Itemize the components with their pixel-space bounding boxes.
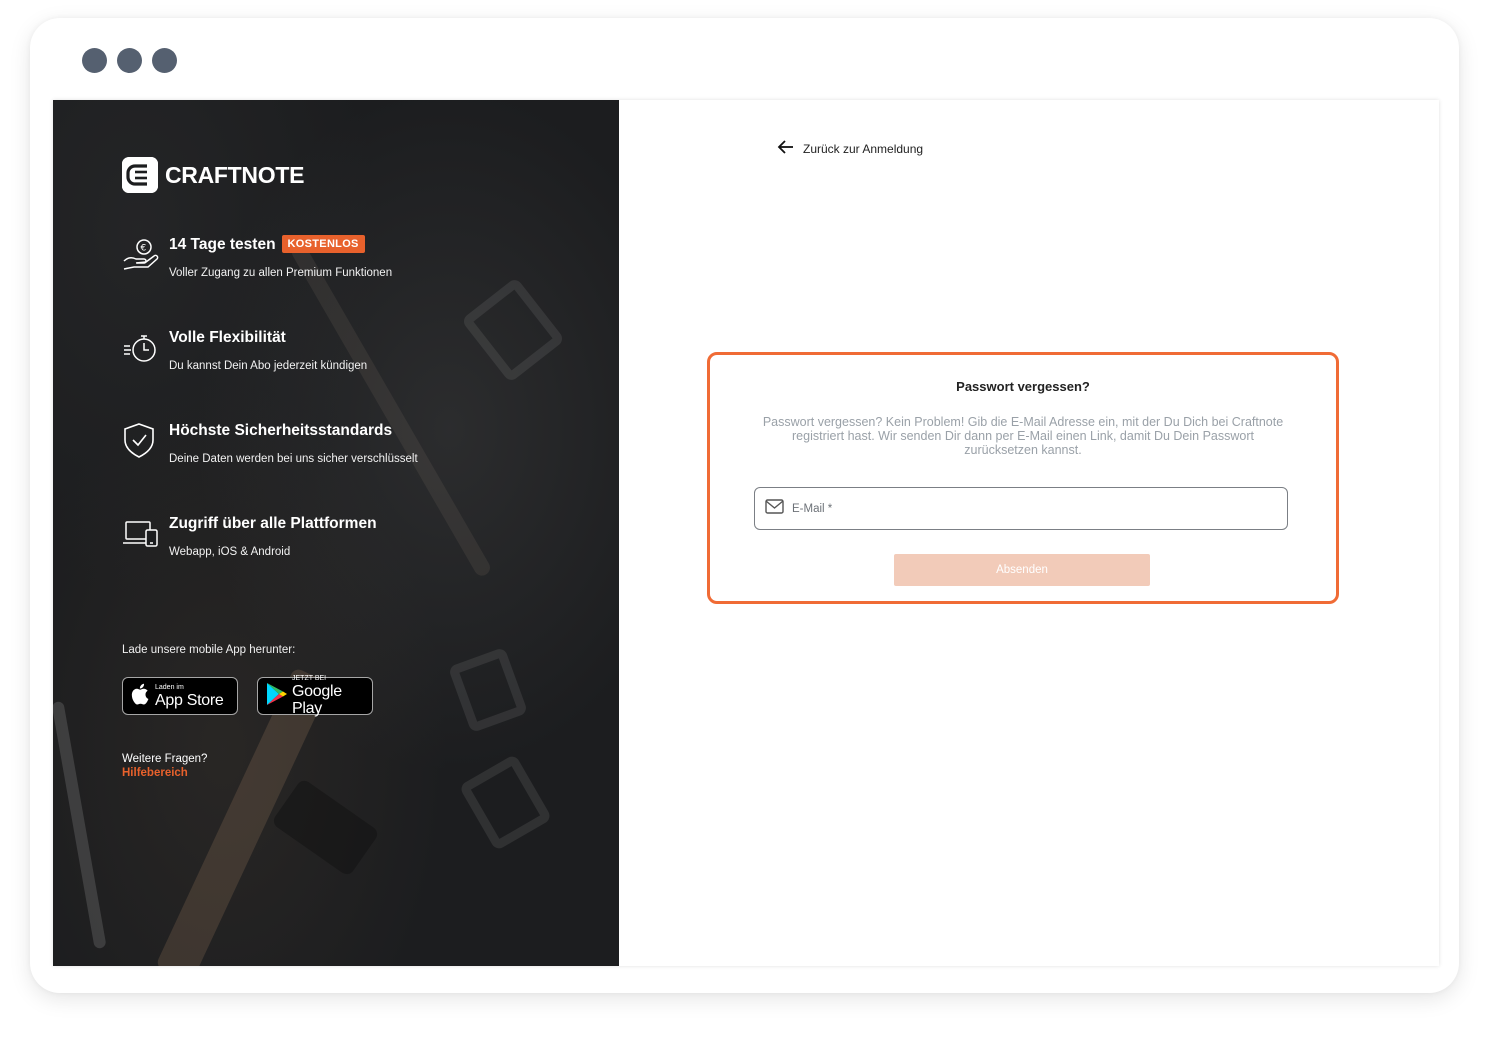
back-link-label: Zurück zur Anmeldung [803, 141, 924, 156]
feature-description: Voller Zugang zu allen Premium Funktione… [169, 267, 393, 279]
craftnote-logo-icon [122, 157, 158, 193]
app-frame: CRAFTNOTE € 14 Tage testen KOSTENLOS Voll… [53, 100, 1439, 966]
feature-title-text: 14 Tage testen [169, 236, 276, 253]
window-dot-2 [117, 48, 142, 73]
help-center-link[interactable]: Hilfebereich [122, 767, 188, 779]
form-description: Passwort vergessen? Kein Problem! Gib di… [762, 415, 1284, 457]
arrow-left-icon [777, 140, 803, 157]
google-play-big-text: Google Play [292, 683, 342, 717]
forgot-password-card: Passwort vergessen? Passwort vergessen? … [707, 352, 1339, 604]
google-play-button[interactable]: JETZT BEI Google Play [257, 675, 373, 717]
free-badge: KOSTENLOS [281, 235, 365, 253]
google-play-small-text: JETZT BEI [292, 675, 327, 682]
hand-euro-icon: € [122, 235, 160, 273]
feature-title: Höchste Sicherheitsstandards [169, 422, 393, 439]
background-buckle [447, 646, 529, 734]
svg-text:€: € [141, 244, 147, 254]
shield-check-icon [122, 421, 160, 459]
brand-logo: CRAFTNOTE [122, 157, 304, 193]
form-title: Passwort vergessen? [956, 379, 1090, 394]
back-to-login-link[interactable]: Zurück zur Anmeldung [777, 140, 923, 157]
google-play-icon [266, 682, 288, 711]
feature-title: 14 Tage testen KOSTENLOS [169, 235, 365, 254]
email-field[interactable] [754, 487, 1288, 530]
devices-icon [122, 516, 160, 554]
feature-description: Deine Daten werden bei uns sicher versch… [169, 453, 418, 465]
submit-button[interactable]: Absenden [894, 554, 1150, 586]
browser-window: CRAFTNOTE € 14 Tage testen KOSTENLOS Voll… [30, 18, 1459, 993]
help-question: Weitere Fragen? [122, 753, 208, 765]
download-label: Lade unsere mobile App herunter: [122, 644, 296, 656]
feature-title: Zugriff über alle Plattformen [169, 515, 377, 532]
window-dot-1 [82, 48, 107, 73]
app-store-big-text: App Store [155, 691, 224, 709]
apple-icon [131, 683, 149, 710]
app-store-small-text: Laden im [155, 683, 184, 691]
feature-title: Volle Flexibilität [169, 329, 286, 346]
app-store-button[interactable]: Laden im App Store [122, 677, 238, 715]
background-zipper [53, 700, 107, 950]
mail-icon [755, 498, 784, 519]
window-dot-3 [152, 48, 177, 73]
feature-description: Webapp, iOS & Android [169, 546, 291, 558]
background-buckle [460, 276, 566, 384]
feature-description: Du kannst Dein Abo jederzeit kündigen [169, 360, 368, 372]
marketing-panel: CRAFTNOTE € 14 Tage testen KOSTENLOS Voll… [53, 100, 619, 966]
background-label [270, 777, 381, 878]
email-input[interactable] [792, 502, 1272, 515]
stopwatch-icon [122, 329, 160, 367]
background-buckle [458, 753, 553, 852]
brand-name: CRAFTNOTE [165, 161, 305, 188]
